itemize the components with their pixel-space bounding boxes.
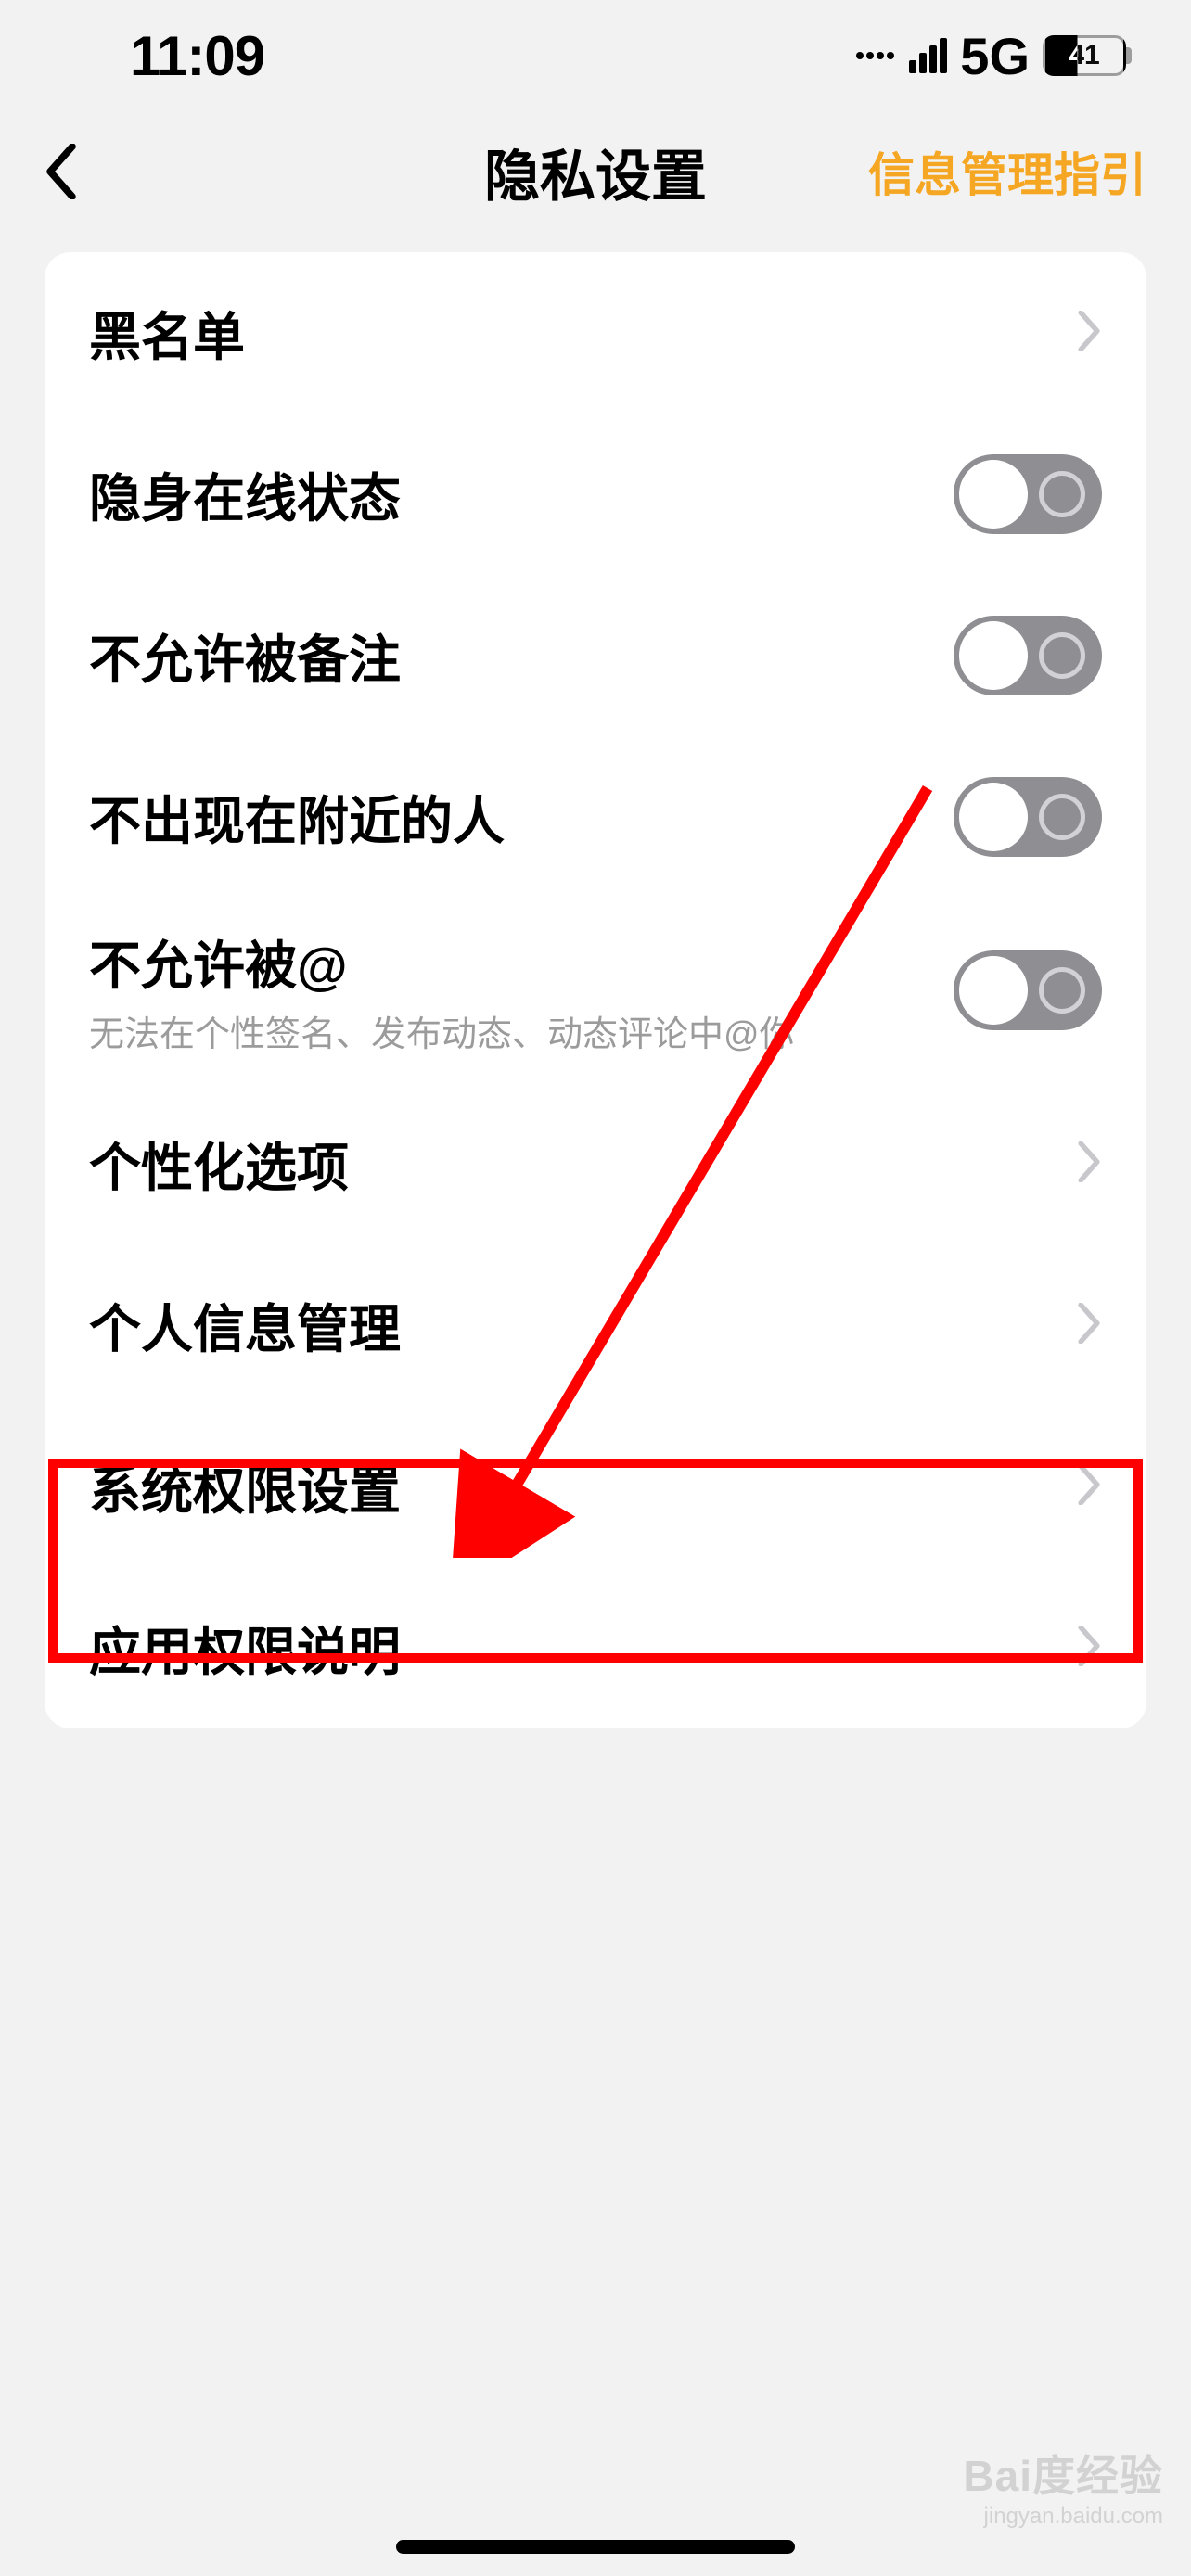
row-personalization[interactable]: 个性化选项 [89,1083,1102,1244]
chevron-left-icon [45,144,78,199]
network-label: 5G [960,26,1030,86]
row-no-at: 不允许被@ 无法在个性签名、发布动态、动态评论中@你 [89,898,1102,1083]
row-label: 不允许被备注 [89,618,401,694]
row-label: 个性化选项 [89,1127,349,1202]
info-guide-link[interactable]: 信息管理指引 [868,138,1146,205]
watermark: Bai度经验 jingyan.baidu.com [963,2442,1163,2530]
row-label: 个人信息管理 [89,1288,401,1363]
row-no-nearby: 不出现在附近的人 [89,736,1102,898]
home-indicator [396,2540,795,2554]
row-sublabel: 无法在个性签名、发布动态、动态评论中@你 [89,1005,795,1056]
status-bar: 11:09 5G 41 [0,0,1191,111]
chevron-right-icon [1076,1303,1102,1348]
signal-bars-icon [909,38,947,73]
row-no-remark: 不允许被备注 [89,575,1102,736]
row-system-permission[interactable]: 系统权限设置 [89,1406,1102,1567]
row-invisible-online: 隐身在线状态 [89,414,1102,575]
row-app-permission[interactable]: 应用权限说明 [89,1567,1102,1728]
row-label: 不出现在附近的人 [89,780,505,855]
page-title: 隐私设置 [484,132,707,212]
row-label: 黑名单 [89,296,245,371]
battery-level: 41 [1069,40,1099,71]
row-label: 隐身在线状态 [89,457,401,532]
toggle-no-remark[interactable] [954,616,1102,695]
row-label: 不允许被@ [89,925,795,1000]
signal-dual-icon [856,52,894,59]
row-label: 系统权限设置 [89,1449,401,1524]
settings-card: 黑名单 隐身在线状态 不允许被备注 不出现在附近的人 不允许被@ 无法在个性签名… [45,252,1146,1728]
nav-header: 隐私设置 信息管理指引 [0,111,1191,232]
row-personal-info[interactable]: 个人信息管理 [89,1244,1102,1406]
chevron-right-icon [1076,1626,1102,1671]
row-blacklist[interactable]: 黑名单 [89,252,1102,414]
toggle-no-at[interactable] [954,950,1102,1030]
chevron-right-icon [1076,1464,1102,1510]
chevron-right-icon [1076,311,1102,356]
status-right: 5G 41 [856,26,1126,86]
toggle-invisible-online[interactable] [954,454,1102,534]
chevron-right-icon [1076,1141,1102,1187]
row-label: 应用权限说明 [89,1611,401,1686]
watermark-sub: jingyan.baidu.com [963,2504,1163,2530]
watermark-main: Bai度经验 [963,2442,1163,2504]
status-time: 11:09 [130,24,264,88]
toggle-no-nearby[interactable] [954,777,1102,857]
battery-icon: 41 [1043,35,1126,76]
back-button[interactable] [45,144,100,199]
